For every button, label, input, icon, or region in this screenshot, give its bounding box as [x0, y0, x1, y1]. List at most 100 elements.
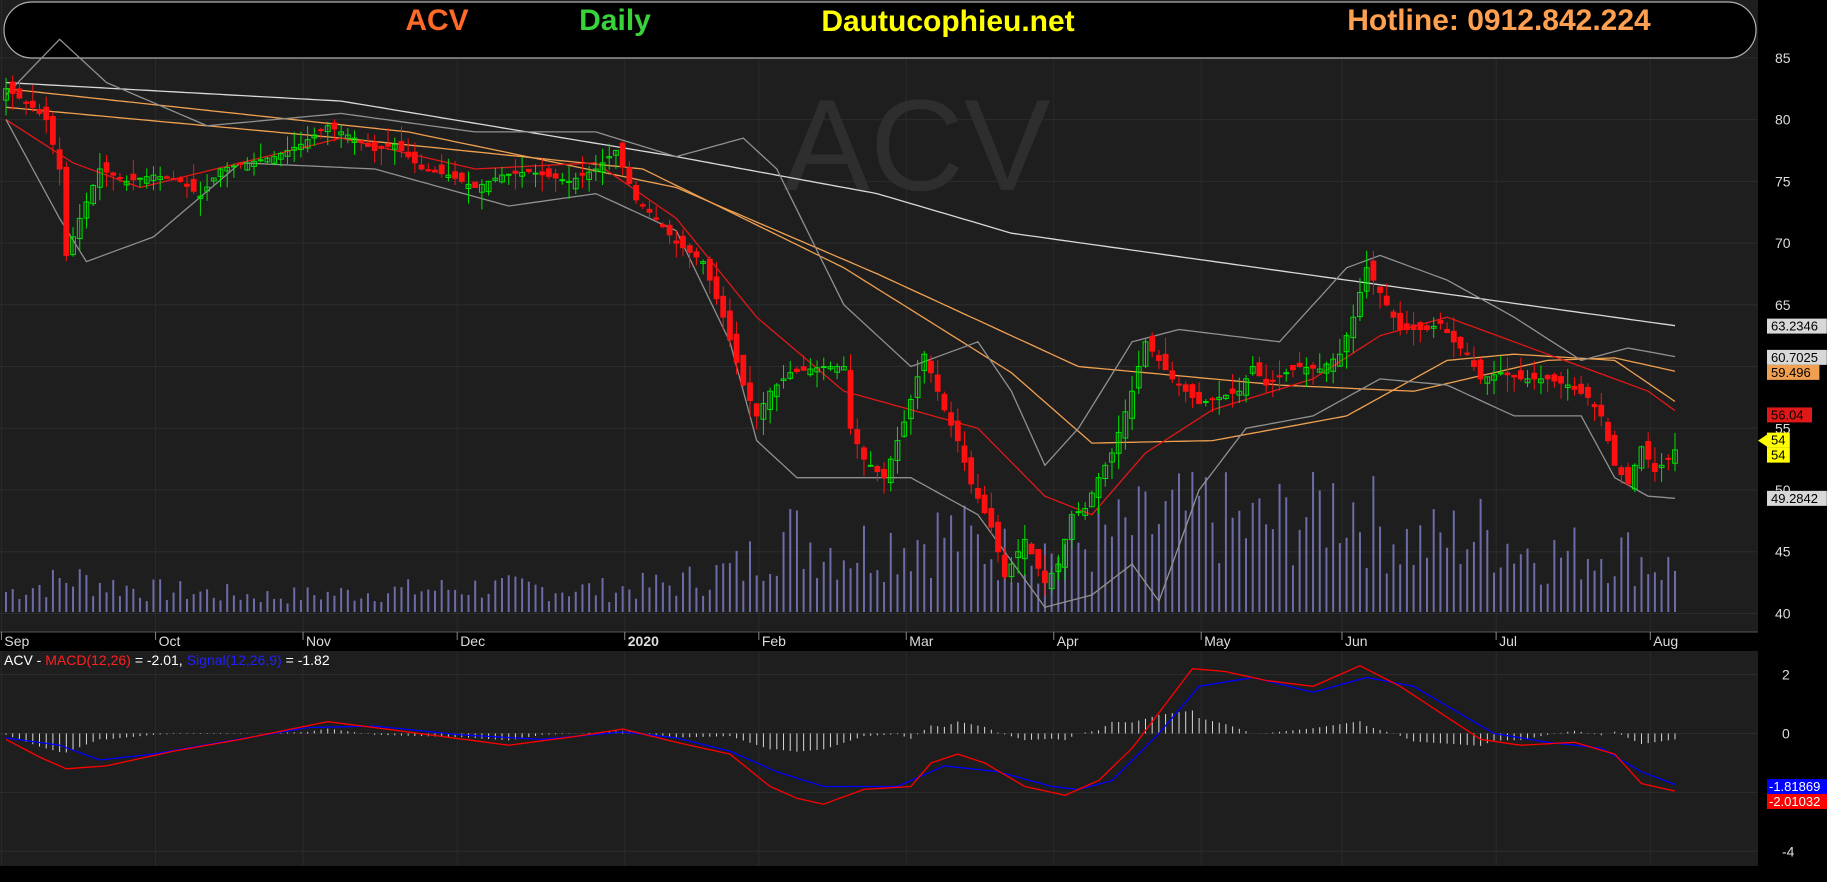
candle-body — [405, 151, 412, 158]
price-tag-label: 60.7025 — [1771, 350, 1818, 365]
x-tick-label: Sep — [4, 633, 29, 649]
price-tick-label: 70 — [1775, 235, 1791, 251]
candle-body — [854, 429, 861, 445]
candle-body — [190, 178, 197, 192]
candle-body — [1296, 362, 1303, 368]
candle-body — [425, 169, 432, 172]
macd-panel — [0, 651, 1758, 866]
macd-tick-label: -4 — [1782, 843, 1795, 859]
candle-body — [988, 508, 995, 528]
candle-body — [1511, 374, 1518, 378]
price-tick-label: 65 — [1775, 297, 1791, 313]
price-tick-label: 75 — [1775, 173, 1791, 189]
x-tick-label: Oct — [159, 633, 181, 649]
candle-body — [693, 251, 700, 258]
candle-body — [1290, 364, 1296, 371]
candle-body — [1457, 336, 1464, 349]
candle-body — [975, 488, 981, 499]
candle-body — [928, 360, 934, 374]
macd-tag-label: -2.01032 — [1769, 794, 1820, 809]
candle-body — [452, 171, 458, 179]
candle-body — [673, 240, 680, 244]
macd-tick-label: 0 — [1782, 725, 1790, 741]
macd-legend: ACV - MACD(12,26) = -2.01, Signal(12,26,9)… — [4, 652, 330, 668]
price-tick-label: 85 — [1775, 50, 1791, 66]
x-tick-label: Dec — [460, 633, 485, 649]
candle-body — [686, 245, 693, 253]
candle-body — [747, 382, 753, 401]
macd-tag-label: -1.81869 — [1769, 779, 1820, 794]
candle-body — [954, 420, 961, 442]
candle-body — [1558, 376, 1564, 384]
header-symbol: ACV — [405, 4, 468, 37]
candle-body — [1464, 352, 1471, 355]
candle-body — [432, 169, 438, 173]
candle-body — [1450, 330, 1457, 343]
candle-body — [1390, 311, 1397, 318]
candle-body — [1283, 372, 1290, 375]
candle-body — [163, 176, 170, 179]
candle-body — [1551, 374, 1558, 382]
candle-body — [29, 100, 36, 108]
candle-body — [438, 164, 445, 175]
price-tick-label: 40 — [1775, 605, 1791, 621]
macd-legend-value: = -2.01, — [135, 652, 183, 668]
candle-body — [1611, 435, 1618, 466]
candle-body — [1209, 398, 1216, 401]
stock-chart: ACV ACV Daily Dautucophieu.net Hotline: … — [0, 0, 1827, 882]
header-interval: Daily — [579, 4, 651, 37]
candle-body — [1397, 312, 1404, 330]
price-tag-label: 54 — [1771, 433, 1785, 448]
candle-body — [418, 164, 425, 170]
candle-body — [1544, 374, 1551, 380]
candle-body — [800, 366, 807, 371]
candle-body — [137, 177, 143, 180]
candle-body — [1645, 441, 1652, 460]
candle-body — [1517, 370, 1524, 380]
candle-body — [23, 101, 30, 104]
x-tick-label: Feb — [762, 633, 786, 649]
candle-body — [1471, 360, 1477, 368]
candle-body — [63, 166, 70, 256]
macd-legend-label: MACD(12,26) — [45, 652, 131, 668]
candle-body — [371, 141, 378, 151]
candle-body — [237, 162, 244, 165]
candle-body — [881, 468, 887, 479]
candle-body — [130, 173, 137, 181]
candle-body — [1377, 286, 1383, 293]
candle-body — [713, 276, 720, 300]
x-tick-label: Nov — [306, 633, 331, 649]
candle-body — [512, 170, 519, 174]
candle-body — [646, 208, 653, 213]
candle-body — [1504, 372, 1511, 376]
candle-body — [1035, 548, 1042, 569]
candle-body — [653, 217, 660, 220]
candle-body — [1417, 322, 1424, 331]
candle-body — [1424, 325, 1430, 331]
signal-legend-value: = -1.82 — [286, 652, 330, 668]
candle-body — [1531, 372, 1538, 380]
candle-body — [1269, 379, 1276, 382]
candle-body — [1075, 511, 1082, 514]
candle-body — [184, 183, 190, 187]
candle-body — [539, 171, 546, 176]
candle-body — [318, 129, 324, 132]
candle-body — [1598, 404, 1605, 417]
candle-body — [579, 172, 586, 176]
candle-body — [1625, 467, 1631, 485]
candle-body — [1383, 295, 1390, 306]
candle-body — [934, 374, 941, 392]
candle-body — [546, 168, 552, 177]
candle-body — [1196, 392, 1203, 405]
candle-body — [995, 521, 1001, 553]
candle-body — [50, 116, 56, 145]
candle-body — [961, 445, 968, 463]
candle-body — [16, 88, 23, 99]
candle-body — [1169, 370, 1176, 380]
candle-body — [659, 224, 666, 228]
candle-body — [117, 176, 123, 179]
candle-body — [1189, 384, 1196, 398]
candle-body — [56, 149, 63, 170]
watermark: ACV — [783, 72, 1051, 218]
candle-body — [1665, 457, 1672, 460]
